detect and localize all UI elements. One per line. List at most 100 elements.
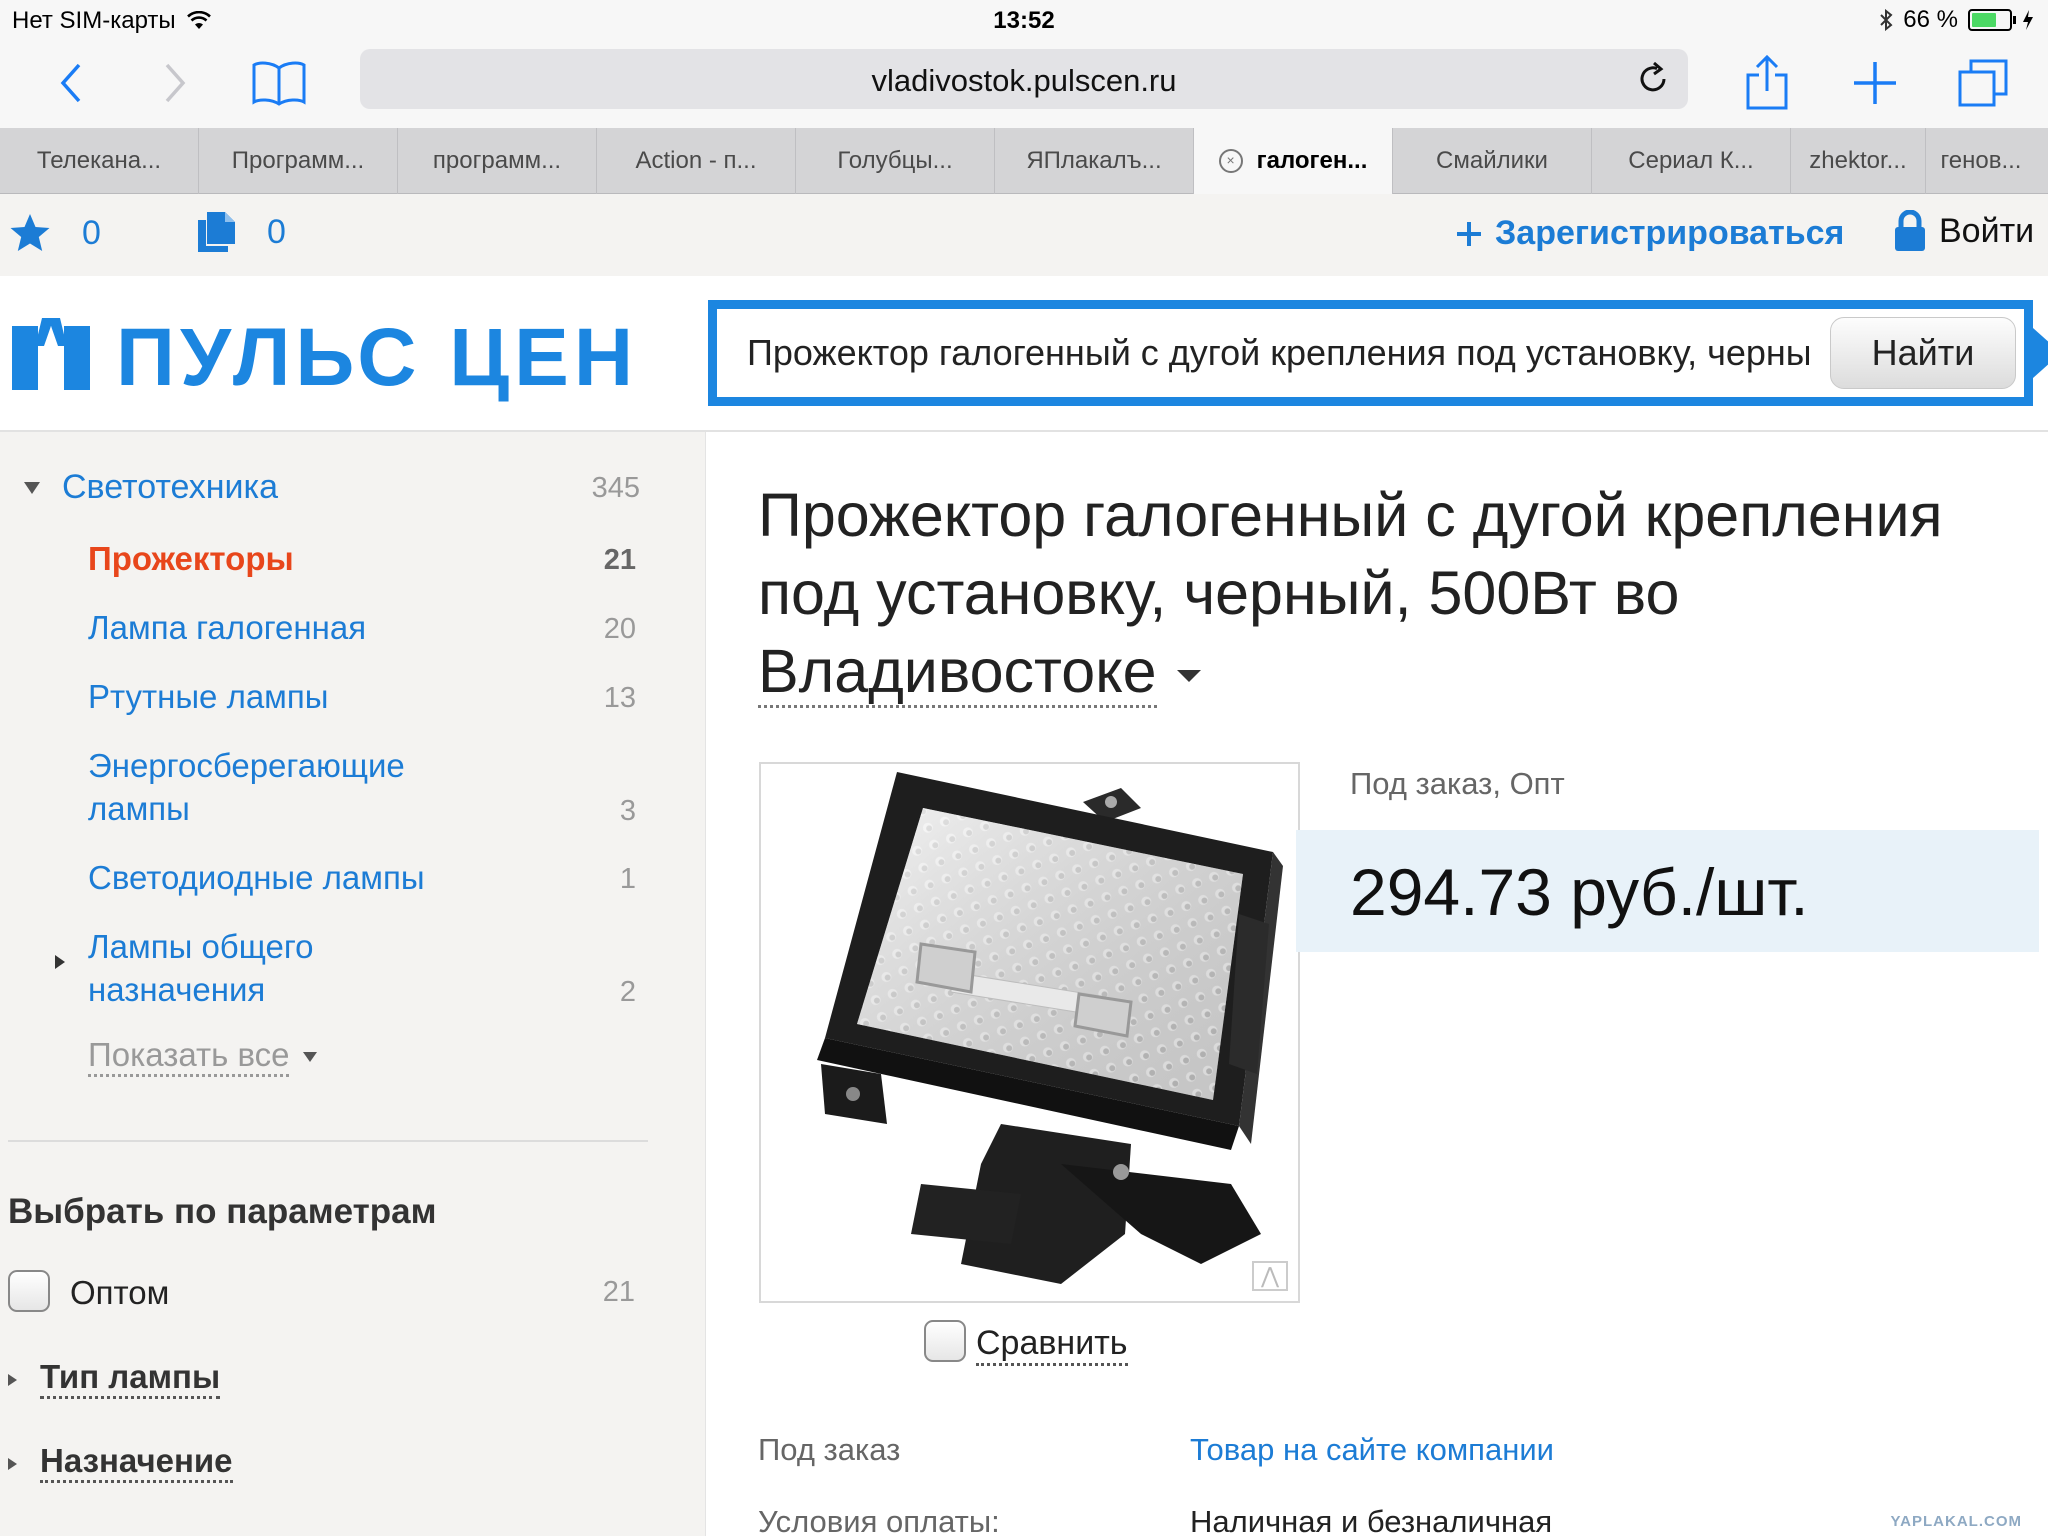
category-label: Энергосберегающие лампы xyxy=(88,747,405,827)
battery-percent: 66 % xyxy=(1903,6,1958,33)
tab-label: генов... xyxy=(1940,147,2022,174)
browser-tab[interactable]: Сериал К... xyxy=(1592,128,1791,194)
plus-icon xyxy=(1854,62,1896,104)
new-tab-button[interactable] xyxy=(1840,50,1910,116)
title-prefix: во xyxy=(1613,559,1680,627)
sidebar: Светотехника 345 Прожекторы 21 Лампа гал… xyxy=(0,432,705,1536)
divider xyxy=(8,1140,648,1142)
reload-icon[interactable] xyxy=(1636,62,1670,96)
category-count: 2 xyxy=(619,976,636,1008)
compare-checkbox[interactable] xyxy=(924,1320,966,1362)
browser-tab[interactable]: × галоген... xyxy=(1194,128,1393,194)
browser-tab[interactable]: Телекана... xyxy=(0,128,199,194)
search-button[interactable]: Найти xyxy=(1830,317,2016,389)
product-image[interactable]: ⋀ xyxy=(759,762,1300,1303)
browser-tab[interactable]: Программ... xyxy=(199,128,398,194)
wholesale-checkbox[interactable] xyxy=(8,1270,50,1312)
browser-tab[interactable]: генов... xyxy=(1926,128,2036,194)
browser-tab[interactable]: программ... xyxy=(398,128,597,194)
category-item-projectors[interactable]: Прожекторы 21 xyxy=(88,537,636,580)
share-icon xyxy=(1746,55,1788,110)
category-label: Светодиодные лампы xyxy=(88,859,425,896)
register-link[interactable]: Зарегистрироваться xyxy=(1455,214,1844,253)
tab-label: Смайлики xyxy=(1436,147,1548,174)
show-all-link[interactable]: Показать все xyxy=(88,1036,318,1077)
browser-toolbar: vladivostok.pulscen.ru xyxy=(0,40,2048,128)
filter-label: Назначение xyxy=(40,1442,233,1483)
address-bar[interactable]: vladivostok.pulscen.ru xyxy=(360,49,1688,109)
category-item-mercury-lamps[interactable]: Ртутные лампы 13 xyxy=(88,675,636,718)
category-item-halogen-lamp[interactable]: Лампа галогенная 20 xyxy=(88,606,636,649)
category-root-label: Светотехника xyxy=(62,468,279,506)
search-box: Прожектор галогенный с дугой крепления п… xyxy=(708,300,2048,406)
tab-strip: Телекана... Программ... программ... Action … xyxy=(0,128,2048,194)
tab-label: Action - п... xyxy=(635,147,757,174)
category-root-count: 345 xyxy=(591,472,640,504)
chevron-right-icon xyxy=(165,63,186,103)
plus-icon xyxy=(1457,221,1481,246)
book-icon xyxy=(252,61,306,106)
documents-icon xyxy=(198,212,235,252)
filter-label: Тип лампы xyxy=(40,1358,221,1399)
city-selector[interactable]: Владивостоке xyxy=(758,637,1157,708)
url-text: vladivostok.pulscen.ru xyxy=(871,63,1177,98)
charging-icon xyxy=(2023,10,2033,30)
search-input[interactable]: Прожектор галогенный с дугой крепления п… xyxy=(717,309,1809,397)
company-site-link[interactable]: Товар на сайте компании xyxy=(1190,1432,1554,1468)
category-count: 20 xyxy=(603,613,636,645)
expand-triangle-icon xyxy=(8,1374,17,1386)
browser-tab[interactable]: Action - п... xyxy=(597,128,796,194)
browser-tab[interactable]: Смайлики xyxy=(1393,128,1592,194)
compare-count: 0 xyxy=(267,212,286,251)
product-title: Прожектор галогенный с дугой крепления п… xyxy=(758,481,1943,627)
detail-value: Наличная и безналичная xyxy=(1190,1504,1553,1536)
clock: 13:52 xyxy=(993,7,1055,34)
price-box: 294.73 руб./шт. xyxy=(1296,830,2039,952)
chevron-down-icon xyxy=(303,1051,318,1062)
category-count: 1 xyxy=(619,863,636,895)
favorites-count: 0 xyxy=(82,213,101,252)
tabs-overview-button[interactable] xyxy=(1948,50,2018,116)
lock-icon xyxy=(1895,210,1925,251)
price: 294.73 руб./шт. xyxy=(1350,855,1809,929)
compare-label: Сравнить xyxy=(976,1324,1128,1366)
login-link[interactable]: Войти xyxy=(1893,210,2034,252)
compare-counter[interactable]: 0 xyxy=(195,210,286,254)
expand-triangle-icon[interactable] xyxy=(55,955,65,969)
floodlight-image xyxy=(817,772,1283,1284)
tab-label: Программ... xyxy=(231,147,365,174)
battery-icon xyxy=(1968,9,2016,31)
tab-label: Голубцы... xyxy=(837,147,953,174)
wholesale-label: Оптом xyxy=(70,1274,170,1311)
category-label: Прожекторы xyxy=(88,540,294,577)
category-item-led-lamps[interactable]: Светодиодные лампы 1 xyxy=(88,856,636,899)
login-label: Войти xyxy=(1939,211,2035,250)
browser-tab[interactable]: Голубцы... xyxy=(796,128,995,194)
category-count: 21 xyxy=(603,544,636,576)
register-label: Зарегистрироваться xyxy=(1495,214,1845,252)
tab-label: zhektor... xyxy=(1809,147,1907,174)
category-item-energy-saving-lamps[interactable]: Энергосберегающие лампы 3 xyxy=(88,744,636,830)
site-logo[interactable]: ПУЛЬС ЦЕН xyxy=(8,316,638,400)
category-label: Лампа галогенная xyxy=(88,609,367,646)
tab-label: программ... xyxy=(432,147,562,174)
expand-triangle-icon[interactable] xyxy=(24,482,40,494)
browser-tab[interactable]: ЯПлакалъ... xyxy=(995,128,1194,194)
share-button[interactable] xyxy=(1732,50,1802,116)
expand-triangle-icon xyxy=(8,1458,17,1470)
battery-fill xyxy=(1972,13,1996,27)
bookmarks-button[interactable] xyxy=(244,50,314,116)
detail-key: Условия оплаты: xyxy=(758,1504,1000,1536)
product-panel: Прожектор галогенный с дугой крепления п… xyxy=(705,432,2039,1536)
category-item-general-lamps[interactable]: Лампы общего назначения 2 xyxy=(55,925,636,1011)
forward-button[interactable] xyxy=(140,50,210,116)
favorites-counter[interactable]: 0 xyxy=(8,212,101,254)
status-bar: Нет SIM-карты 13:52 66 % xyxy=(0,0,2048,40)
pulse-logo-icon xyxy=(12,318,90,390)
wholesale-count: 21 xyxy=(602,1276,635,1308)
chevron-down-icon[interactable] xyxy=(1176,669,1201,682)
browser-tab[interactable]: zhektor... xyxy=(1791,128,1926,194)
close-tab-icon[interactable]: × xyxy=(1218,149,1243,173)
back-button[interactable] xyxy=(36,50,106,116)
params-title: Выбрать по параметрам xyxy=(8,1192,437,1231)
